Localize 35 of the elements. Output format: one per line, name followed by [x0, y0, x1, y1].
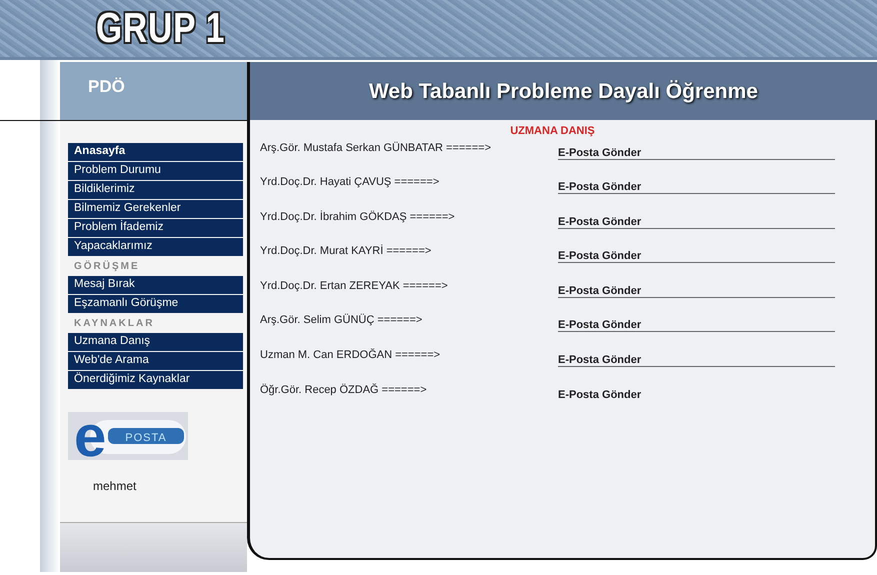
site-title: Web Tabanlı Probleme Dayalı Öğrenme — [247, 62, 877, 120]
expert-name: Yrd.Doç.Dr. Murat KAYRİ ======> — [260, 244, 432, 260]
email-link[interactable]: E-Posta Gönder — [558, 284, 642, 297]
menu-link[interactable]: Mesaj Bırak — [68, 276, 243, 294]
email-link[interactable]: E-Posta Gönder — [558, 388, 642, 401]
menu-heading: KAYNAKLAR — [73, 317, 156, 331]
menu-link[interactable]: Eşzamanlı Görüşme — [68, 295, 243, 313]
email-logo[interactable]: e POSTA — [68, 412, 188, 460]
email-link[interactable]: E-Posta Gönder — [558, 146, 642, 158]
menu-link[interactable]: Önerdiğimiz Kaynaklar — [68, 371, 243, 389]
menu-heading: GÖRÜŞME — [73, 260, 141, 274]
section-title: UZMANA DANIŞ — [509, 124, 596, 139]
site-abbreviation: PDÖ — [60, 62, 247, 120]
menu-link[interactable]: Yapacaklarımız — [68, 238, 243, 256]
user-name: mehmet — [93, 478, 138, 495]
email-link[interactable]: E-Posta Gönder — [558, 181, 642, 194]
menu-link[interactable]: Bilmemiz Gerekenler — [68, 200, 243, 218]
expert-name: Arş.Gör. Selim GÜNÜÇ ======> — [260, 312, 424, 328]
email-link[interactable]: E-Posta Gönder — [558, 250, 642, 262]
menu-link[interactable]: Bildiklerimiz — [68, 181, 243, 199]
expert-name: Arş.Gör. Mustafa Serkan GÜNBATAR ======> — [260, 140, 492, 156]
menu-link[interactable]: Problem İfademiz — [68, 219, 243, 237]
email-link[interactable]: E-Posta Gönder — [558, 216, 642, 228]
expert-name: Yrd.Doç.Dr. Ertan ZEREYAK ======> — [260, 278, 449, 294]
banner-title: GRUP 1 — [96, 3, 226, 53]
expert-name: Uzman M. Can ERDOĞAN ======> — [260, 348, 442, 364]
expert-name: Yrd.Doç.Dr. İbrahim GÖKDAŞ ======> — [260, 210, 456, 225]
menu-link[interactable]: Anasayfa — [68, 143, 243, 161]
email-link[interactable]: E-Posta Gönder — [558, 354, 642, 366]
menu-link[interactable]: Problem Durumu — [68, 162, 243, 180]
expert-name: Yrd.Doç.Dr. Hayati ÇAVUŞ ======> — [260, 175, 440, 190]
expert-name: Öğr.Gör. Recep ÖZDAĞ ======> — [260, 382, 428, 398]
email-link[interactable]: E-Posta Gönder — [558, 319, 642, 332]
menu-link[interactable]: Web'de Arama — [68, 352, 243, 370]
menu-link[interactable]: Uzmana Danış — [68, 333, 243, 351]
